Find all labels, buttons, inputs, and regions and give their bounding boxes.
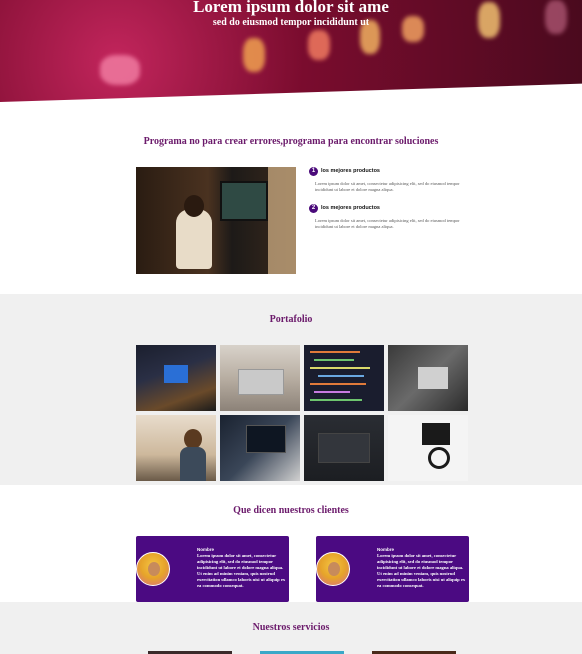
laptop-keyboard — [238, 369, 284, 395]
bokeh-light — [308, 30, 330, 60]
portfolio-tile-team-desk[interactable] — [388, 345, 468, 411]
feature-title: los mejores productos — [321, 168, 380, 174]
testimonial-text: Lorem ipsum dolor sit amet, consectetur … — [197, 553, 286, 588]
monitor-screen — [164, 365, 188, 383]
feature-text: Lorem ipsum dolor sit amet, consectetur … — [315, 218, 460, 229]
feature-text: Lorem ipsum dolor sit amet, consectetur … — [315, 181, 460, 192]
portfolio-tile-laptop-hands[interactable] — [220, 345, 300, 411]
testimonials-title: Que dicen nuestros clientes — [233, 505, 349, 516]
headphones — [428, 447, 450, 469]
avatar-face — [328, 562, 340, 576]
photo-window — [268, 167, 296, 274]
portfolio-tile-stock-laptop[interactable] — [220, 415, 300, 481]
testimonial-card: Nombre Lorem ipsum dolor sit amet, conse… — [316, 536, 469, 602]
hero-banner: Lorem ipsum dolor sit ame sed do eiusmod… — [0, 0, 582, 102]
feature-number-badge: 2 — [309, 204, 318, 213]
photo-monitor — [220, 181, 268, 221]
feature-title: los mejores productos — [321, 205, 380, 211]
programmer-photo — [136, 167, 296, 274]
avatar — [136, 552, 170, 586]
testimonial-card: Nombre Lorem ipsum dolor sit amet, conse… — [136, 536, 289, 602]
portfolio-tile-dark-laptop[interactable] — [304, 415, 384, 481]
photo-person — [176, 209, 212, 269]
hero-title: Lorem ipsum dolor sit ame — [193, 0, 389, 16]
laptop-screen — [318, 433, 370, 463]
person-body — [180, 447, 206, 481]
feature-number-badge: 1 — [309, 167, 318, 176]
hero-subtitle: sed do eiusmod tempor incididunt ut — [212, 17, 370, 28]
portfolio-tile-code-screen[interactable] — [304, 345, 384, 411]
photo-head — [184, 195, 204, 217]
portfolio-tile-headphones[interactable] — [388, 415, 468, 481]
avatar — [316, 552, 350, 586]
portfolio-tile-desk-night[interactable] — [136, 345, 216, 411]
testimonial-name: Nombre — [377, 547, 395, 552]
bokeh-light — [100, 55, 140, 85]
portfolio-title: Portafolio — [269, 314, 313, 325]
person-head — [184, 429, 202, 449]
tablet — [422, 423, 450, 445]
chart-screen — [246, 425, 286, 453]
bokeh-light — [243, 38, 265, 72]
testimonial-text: Lorem ipsum dolor sit amet, consectetur … — [377, 553, 466, 588]
intro-title: Programa no para crear errores,programa … — [143, 136, 439, 147]
laptop — [418, 367, 448, 389]
portfolio-tile-woman-laptop[interactable] — [136, 415, 216, 481]
avatar-face — [148, 562, 160, 576]
testimonial-name: Nombre — [197, 547, 215, 552]
services-title: Nuestros servicios — [252, 622, 330, 633]
